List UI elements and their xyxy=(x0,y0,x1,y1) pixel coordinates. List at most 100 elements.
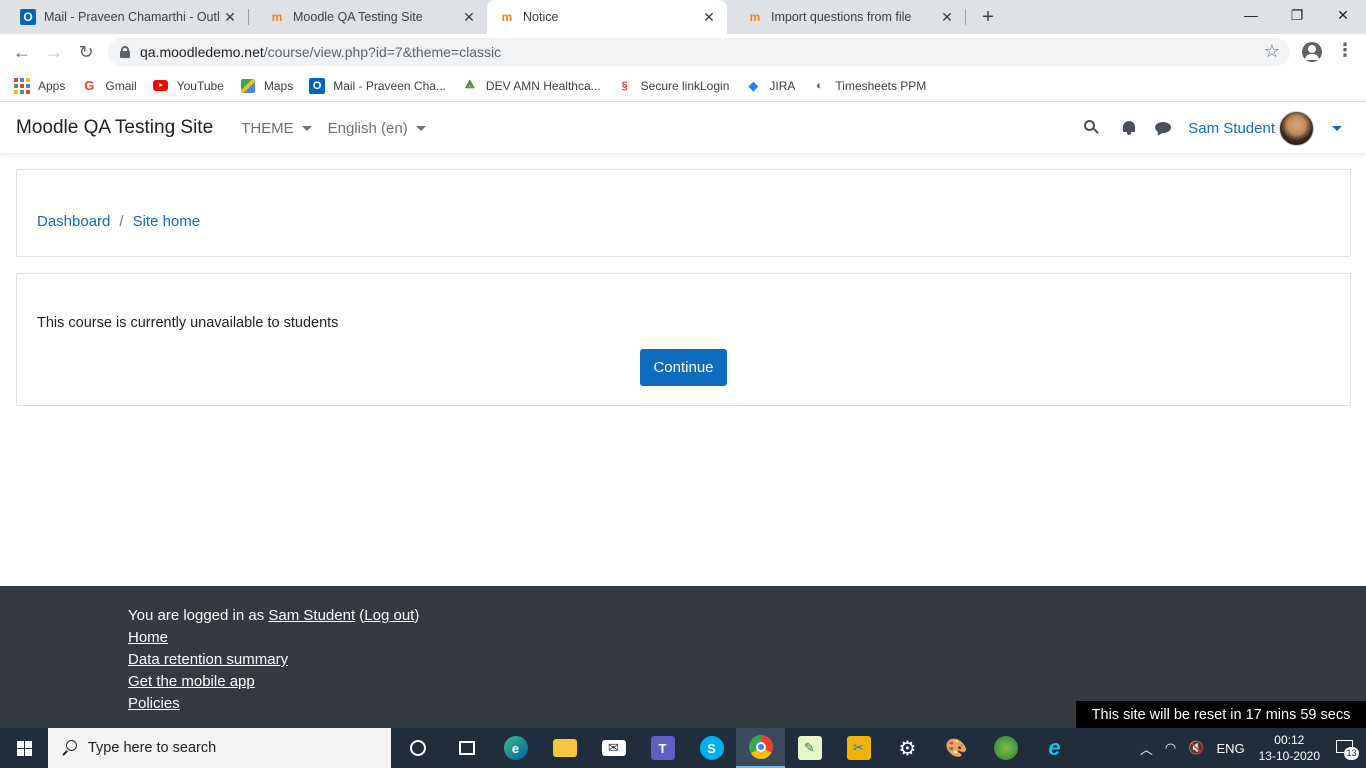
logout-paren-close: ) xyxy=(414,607,420,624)
volume-muted-icon[interactable]: 🔇 xyxy=(1188,740,1204,756)
edge-icon[interactable]: e xyxy=(491,728,540,768)
tab-import-questions[interactable]: m Import questions from file ✕ xyxy=(727,0,965,34)
user-avatar[interactable] xyxy=(1279,110,1314,146)
maps-icon xyxy=(240,78,256,94)
system-tray: ︿ ◠ 🔇 ENG 00:12 13-10-2020 13 xyxy=(1134,728,1366,768)
footer-home-link[interactable]: Home xyxy=(128,629,168,646)
skype-icon[interactable]: S xyxy=(687,728,736,768)
url-host: qa.moodledemo.net xyxy=(140,44,264,60)
globe-app-icon[interactable] xyxy=(981,728,1030,768)
tab-outlook-mail[interactable]: O Mail - Praveen Chamarthi - Outlo ✕ xyxy=(0,0,248,34)
task-view-icon[interactable] xyxy=(442,728,491,768)
google-icon: G xyxy=(84,78,95,93)
breadcrumb: Dashboard / Site home xyxy=(37,213,200,230)
language-menu-label: English ‎(en)‎ xyxy=(327,119,408,137)
reload-icon[interactable]: ↻ xyxy=(74,40,98,64)
notepad-icon[interactable]: ✎ xyxy=(785,728,834,768)
close-window-icon[interactable]: ✕ xyxy=(1320,0,1366,34)
teams-icon[interactable]: T xyxy=(638,728,687,768)
bookmark-label: Maps xyxy=(263,78,294,93)
bookmark-star-icon[interactable]: ☆ xyxy=(1264,41,1280,62)
logout-paren-open: ( xyxy=(355,607,365,624)
windows-start-icon[interactable] xyxy=(0,728,48,768)
new-tab-button[interactable]: + xyxy=(978,5,998,29)
notice-message: This course is currently unavailable to … xyxy=(37,315,339,331)
chrome-icon[interactable] xyxy=(736,728,785,768)
user-menu-caret-icon[interactable] xyxy=(1332,125,1342,131)
tab-moodle-site[interactable]: m Moodle QA Testing Site ✕ xyxy=(249,0,487,34)
snipping-tool-icon[interactable]: ✂ xyxy=(834,728,883,768)
messages-chat-icon[interactable] xyxy=(1155,120,1172,136)
mail-icon[interactable]: ✉ xyxy=(589,728,638,768)
tab-notice[interactable]: m Notice ✕ xyxy=(487,0,727,34)
breadcrumb-dashboard[interactable]: Dashboard xyxy=(37,213,110,230)
lock-icon[interactable] xyxy=(120,46,130,58)
bookmark-gmail[interactable]: G Gmail xyxy=(81,78,136,94)
logged-in-prefix: You are logged in as xyxy=(128,607,269,624)
moodle-navbar: Moodle QA Testing Site THEME English ‎(e… xyxy=(0,103,1366,153)
footer-mobile-app-link[interactable]: Get the mobile app xyxy=(128,673,255,690)
bookmark-label: Apps xyxy=(38,78,66,93)
cortana-icon[interactable] xyxy=(393,728,442,768)
search-icon xyxy=(62,740,78,756)
bookmark-timesheets[interactable]: ◐ Timesheets PPM xyxy=(811,78,926,94)
notice-card: This course is currently unavailable to … xyxy=(16,273,1351,406)
settings-gear-icon[interactable]: ⚙ xyxy=(883,728,932,768)
caret-down-icon xyxy=(301,125,312,131)
action-center-icon[interactable]: 13 xyxy=(1334,736,1359,760)
bookmark-secure-link[interactable]: § Secure linkLogin xyxy=(617,78,730,94)
url-text[interactable]: qa.moodledemo.net/course/view.php?id=7&t… xyxy=(140,44,501,60)
continue-button[interactable]: Continue xyxy=(640,349,727,386)
footer-user-link[interactable]: Sam Student xyxy=(268,607,355,624)
theme-menu[interactable]: THEME xyxy=(241,120,312,137)
bookmark-youtube[interactable]: YouTube xyxy=(153,78,224,94)
minimize-window-icon[interactable]: — xyxy=(1228,0,1274,34)
chevron-up-icon[interactable]: ︿ xyxy=(1140,739,1153,758)
language-menu[interactable]: English ‎(en)‎ xyxy=(328,120,426,137)
profile-icon[interactable] xyxy=(1302,42,1322,62)
close-tab-icon[interactable]: ✕ xyxy=(699,9,719,26)
close-tab-icon[interactable]: ✕ xyxy=(459,9,479,26)
paint-icon[interactable]: 🎨 xyxy=(932,728,981,768)
bookmark-amn-healthcare[interactable]: ⟁ DEV AMN Healthca... xyxy=(462,78,601,94)
forward-arrow-icon[interactable]: → xyxy=(42,40,66,64)
tab-title: Import questions from file xyxy=(771,10,912,24)
bookmark-label: DEV AMN Healthca... xyxy=(485,78,601,93)
navbar-user-area: Sam Student xyxy=(1075,103,1366,153)
outlook-icon: O xyxy=(20,9,36,25)
bookmark-label: Mail - Praveen Cha... xyxy=(333,78,446,93)
moodle-icon: m xyxy=(271,10,283,24)
restore-window-icon[interactable]: ❐ xyxy=(1274,0,1320,34)
bookmark-apps[interactable]: Apps xyxy=(14,77,66,94)
bookmark-jira[interactable]: ◆ JIRA xyxy=(745,78,795,94)
footer-data-retention-link[interactable]: Data retention summary xyxy=(128,651,288,668)
internet-explorer-icon[interactable]: e xyxy=(1030,728,1079,768)
user-name[interactable]: Sam Student xyxy=(1188,120,1275,137)
breadcrumb-site-home[interactable]: Site home xyxy=(133,213,201,230)
chrome-menu-icon[interactable]: ⋮ xyxy=(1336,40,1354,61)
bookmark-label: JIRA xyxy=(769,78,796,93)
jira-icon: ◆ xyxy=(748,77,759,93)
bookmark-label: Timesheets PPM xyxy=(835,78,927,93)
page-footer: You are logged in as Sam Student (Log ou… xyxy=(0,586,1366,729)
input-language[interactable]: ENG xyxy=(1216,741,1244,756)
breadcrumb-card: Dashboard / Site home xyxy=(16,169,1351,257)
taskbar-clock[interactable]: 00:12 13-10-2020 xyxy=(1259,732,1320,764)
footer-links: You are logged in as Sam Student (Log ou… xyxy=(128,605,419,715)
notifications-bell-icon[interactable] xyxy=(1121,120,1137,136)
bookmark-outlook-mail[interactable]: O Mail - Praveen Cha... xyxy=(309,77,446,94)
site-name[interactable]: Moodle QA Testing Site xyxy=(16,117,213,139)
file-explorer-icon[interactable] xyxy=(540,728,589,768)
close-tab-icon[interactable]: ✕ xyxy=(937,9,957,26)
search-icon[interactable] xyxy=(1084,120,1100,136)
back-arrow-icon[interactable]: ← xyxy=(10,40,34,64)
close-tab-icon[interactable]: ✕ xyxy=(220,9,240,26)
site-reset-banner: This site will be reset in 17 mins 59 se… xyxy=(1076,701,1366,729)
footer-policies-link[interactable]: Policies xyxy=(128,695,180,712)
wifi-icon[interactable]: ◠ xyxy=(1165,740,1176,756)
logout-link[interactable]: Log out xyxy=(364,607,414,624)
taskbar-search-box[interactable]: Type here to search xyxy=(48,728,391,768)
caret-down-icon xyxy=(415,125,426,131)
bookmark-maps[interactable]: Maps xyxy=(240,78,293,94)
address-bar[interactable]: qa.moodledemo.net/course/view.php?id=7&t… xyxy=(108,38,1290,66)
